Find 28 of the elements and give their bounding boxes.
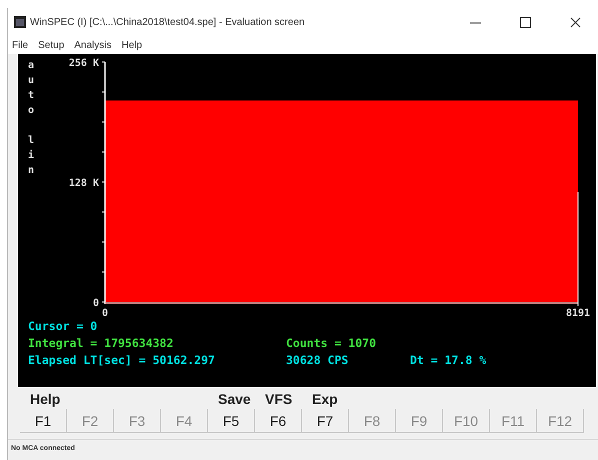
menu-item[interactable]: File: [12, 40, 28, 50]
key-label: Exp: [312, 391, 338, 407]
readout-text: Counts = 1070: [286, 336, 378, 350]
menu-item[interactable]: Setup: [38, 40, 64, 50]
axis-label: auto lin: [28, 60, 34, 176]
tick-label: 128 K: [68, 178, 99, 189]
tick-label: 0: [92, 298, 99, 309]
function-key[interactable]: F5: [208, 409, 255, 433]
key-label: Help: [30, 391, 60, 407]
app-icon: [14, 16, 26, 28]
tick-label: 8191: [566, 308, 590, 316]
function-key[interactable]: F7: [302, 409, 349, 433]
tick-label: 0: [102, 308, 108, 316]
readout-text: Integral = 1795634382: [28, 336, 174, 350]
readout-text: Cursor = 0: [28, 319, 98, 333]
readout-text: 30628 CPS: [286, 353, 350, 367]
readout-text: Elapsed LT[sec] = 50162.297: [28, 353, 216, 367]
window-title: WinSPEC (I) [C:\...\China2018\test04.spe] - Evaluation screen: [30, 16, 306, 28]
close-icon[interactable]: [570, 16, 580, 28]
key-label: VFS: [265, 391, 292, 407]
readout-text: Dt = 17.8 %: [410, 353, 486, 367]
key-label: Save: [218, 391, 251, 407]
menu-item[interactable]: Help: [122, 40, 142, 50]
function-key[interactable]: F1: [20, 409, 67, 433]
maximize-icon[interactable]: [520, 16, 530, 28]
tick-label: 256 K: [68, 58, 99, 69]
menu-item[interactable]: Analysis: [74, 40, 112, 50]
function-key[interactable]: F6: [255, 409, 302, 433]
